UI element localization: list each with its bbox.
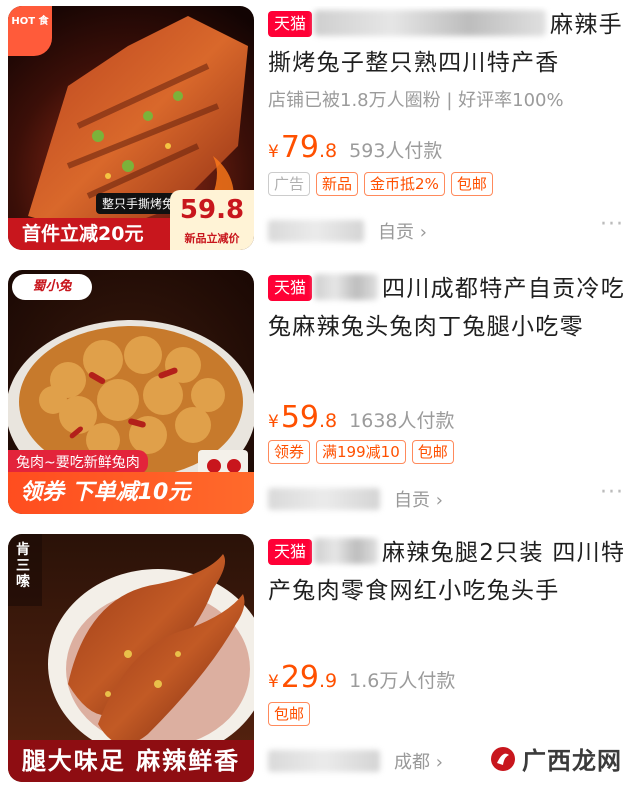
product-image[interactable]: 蜀小兔 兔肉~要吃新鲜兔肉 领券 下单减10元 — [8, 270, 254, 514]
more-options-icon[interactable]: ··· — [600, 212, 624, 237]
price-integer: 59 — [280, 400, 320, 435]
currency-symbol: ¥ — [268, 142, 279, 162]
paid-count: 593人付款 — [349, 140, 443, 162]
promo-banner-text: 首件立减20元 — [8, 218, 178, 250]
blurred-shop-name — [314, 10, 547, 36]
promo-banner: 腿大味足 麻辣鲜香 — [8, 740, 254, 782]
promo-banner: 首件立减20元 59.8 新品立减价 — [8, 190, 254, 250]
tag-coin: 金币抵2% — [364, 172, 445, 196]
currency-symbol: ¥ — [268, 672, 279, 692]
shop-row[interactable]: 自贡 › ··· — [268, 212, 628, 244]
shop-location[interactable]: 自贡 › — [394, 486, 443, 512]
product-card[interactable]: 蜀小兔 兔肉~要吃新鲜兔肉 领券 下单减10元 天猫 四川成都特产自贡冷吃兔麻辣兔… — [0, 264, 640, 526]
product-image[interactable]: 肯三嗦 腿大味足 麻辣鲜香 — [8, 534, 254, 782]
shop-row[interactable]: 自贡 › ··· — [268, 480, 628, 512]
promo-price: 59.8 — [179, 195, 245, 225]
shop-location[interactable]: 自贡 › — [378, 218, 427, 244]
more-options-icon[interactable]: ··· — [600, 480, 624, 505]
tag-coupon: 领券 — [268, 440, 311, 464]
shop-stats: 店铺已被1.8万人圈粉 | 好评率100% — [268, 90, 564, 111]
tag-new: 新品 — [316, 172, 359, 196]
product-info: 天猫 麻辣手撕烤兔子整只熟四川特产香 店铺已被1.8万人圈粉 | 好评率100% … — [268, 6, 628, 254]
product-card[interactable]: HOT 食 整只手撕烤兔 首件立减20元 59.8 新品立减价 天猫 麻辣手撕烤兔… — [0, 0, 640, 262]
watermark-text: 广西龙网 — [522, 747, 622, 775]
price-integer: 79 — [280, 130, 320, 165]
price-row: ¥ 59 .8 1638人付款 — [268, 400, 455, 435]
tag-list: 包邮 — [268, 702, 311, 726]
tmall-badge: 天猫 — [268, 539, 313, 565]
price-row: ¥ 79 .8 593人付款 — [268, 130, 442, 165]
product-title[interactable]: 天猫 四川成都特产自贡冷吃兔麻辣兔头兔肉丁兔腿小吃零 — [268, 270, 628, 346]
currency-symbol: ¥ — [268, 412, 279, 432]
price-decimal: .9 — [319, 670, 338, 692]
promo-tagline: 兔肉~要吃新鲜兔肉 — [8, 450, 148, 474]
price-row: ¥ 29 .9 1.6万人付款 — [268, 660, 455, 695]
product-image[interactable]: HOT 食 整只手撕烤兔 首件立减20元 59.8 新品立减价 — [8, 6, 254, 250]
tmall-badge: 天猫 — [268, 275, 313, 301]
product-title[interactable]: 天猫 麻辣手撕烤兔子整只熟四川特产香 — [268, 6, 628, 82]
blurred-shop-link[interactable] — [268, 488, 380, 510]
blurred-shop-link[interactable] — [268, 220, 364, 242]
shop-location[interactable]: 成都 › — [394, 748, 443, 774]
product-label: 整只手撕烤兔 — [96, 193, 181, 214]
paid-count: 1638人付款 — [349, 410, 455, 432]
product-info: 天猫 四川成都特产自贡冷吃兔麻辣兔头兔肉丁兔腿小吃零 ¥ 59 .8 1638人付… — [268, 270, 628, 518]
site-watermark: 广西龙网 — [490, 741, 622, 776]
brand-logo: 肯三嗦 — [16, 542, 30, 590]
brand-logo: HOT 食 — [8, 6, 52, 56]
tag-ad: 广告 — [268, 172, 311, 196]
blurred-shop-name — [314, 274, 379, 300]
promo-price-caption: 新品立减价 — [184, 232, 240, 245]
promo-banner: 领券 下单减10元 — [8, 472, 254, 514]
tag-list: 领券 满199减10 包邮 — [268, 440, 454, 464]
price-decimal: .8 — [319, 140, 338, 162]
tmall-badge: 天猫 — [268, 11, 313, 37]
tag-list: 广告 新品 金币抵2% 包邮 — [268, 172, 493, 196]
tag-free-shipping: 包邮 — [268, 702, 311, 726]
brand-logo: 蜀小兔 — [12, 274, 92, 300]
tag-free-shipping: 包邮 — [411, 440, 454, 464]
watermark-logo-icon — [491, 746, 515, 771]
paid-count: 1.6万人付款 — [349, 670, 456, 692]
product-title[interactable]: 天猫 麻辣兔腿2只装 四川特产兔肉零食网红小吃兔头手 — [268, 534, 628, 610]
price-integer: 29 — [280, 660, 320, 695]
tag-free-shipping: 包邮 — [450, 172, 493, 196]
promo-price-box: 59.8 新品立减价 — [170, 190, 254, 250]
price-decimal: .8 — [319, 410, 338, 432]
blurred-shop-link[interactable] — [268, 750, 380, 772]
tag-discount: 满199减10 — [316, 440, 406, 464]
blurred-shop-name — [314, 538, 379, 564]
